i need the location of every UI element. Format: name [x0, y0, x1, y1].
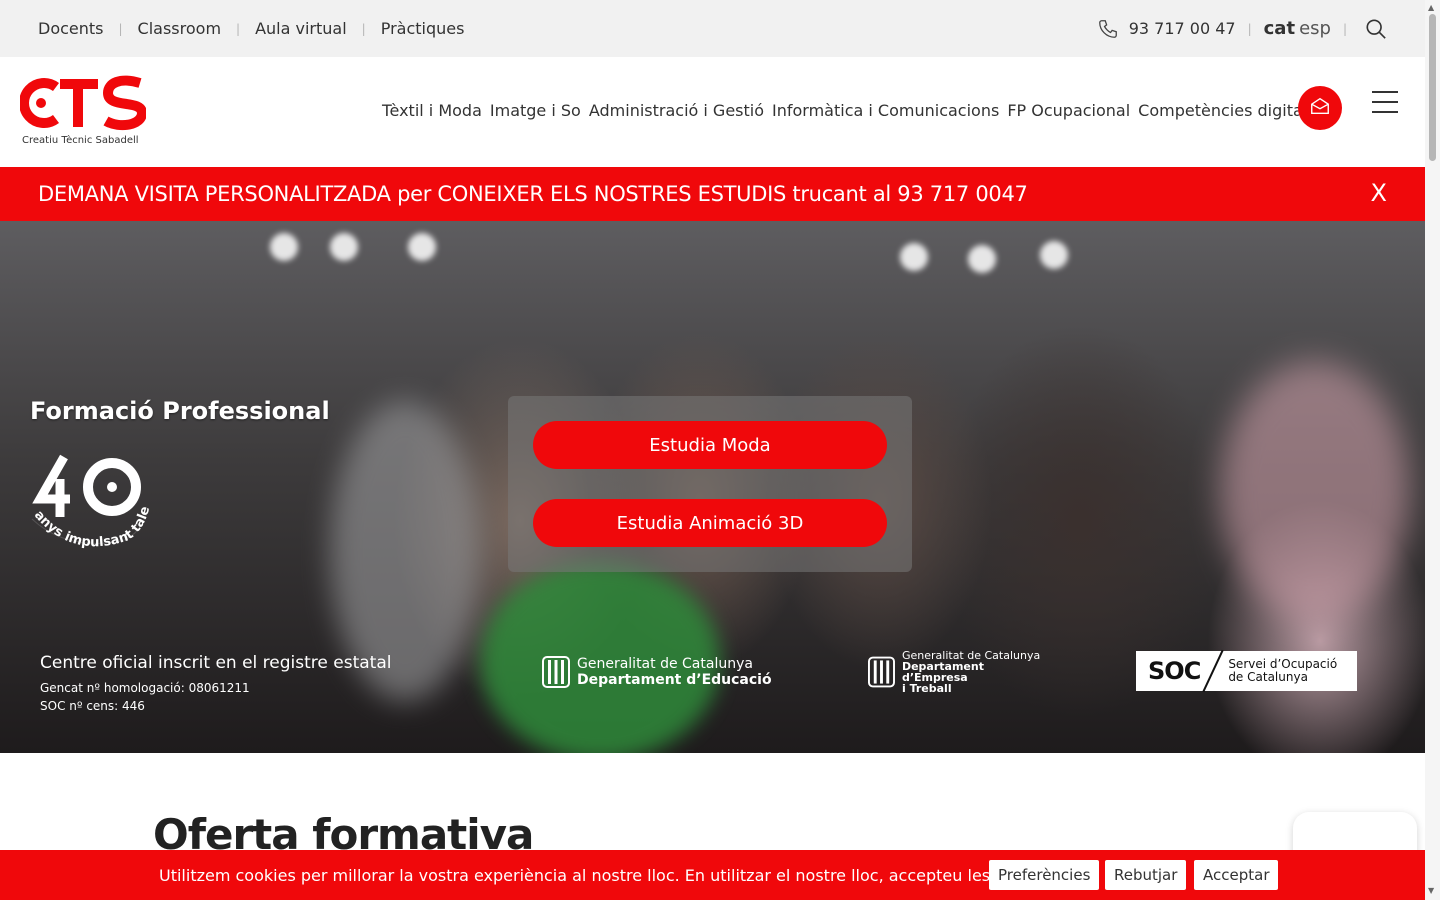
top-links: Docents | Classroom | Aula virtual | Prà…: [38, 19, 464, 38]
separator: |: [236, 21, 241, 36]
separator: |: [118, 21, 123, 36]
gen-emp-line2: Departament d’Empresa: [901, 660, 984, 684]
cookie-accept-button[interactable]: Acceptar: [1194, 860, 1279, 890]
phone-number[interactable]: 93 717 00 47: [1129, 19, 1236, 38]
generalitat-flag-icon: [868, 656, 895, 688]
separator: |: [1247, 21, 1252, 36]
nav-informatica[interactable]: Informàtica i Comunicacions: [772, 101, 999, 120]
top-bar: Docents | Classroom | Aula virtual | Prà…: [0, 0, 1425, 57]
nav-imatge-so[interactable]: Imatge i So: [490, 101, 581, 120]
soc-logo[interactable]: SOC Servei d’Ocupació de Catalunya: [1136, 649, 1357, 693]
cookie-text: Utilitzem cookies per millorar la vostra…: [159, 865, 1061, 885]
soc-line2: de Catalunya: [1228, 670, 1308, 684]
ceiling-light: [968, 245, 996, 273]
gen-edu-line2: Departament d’Educació: [577, 671, 772, 688]
ceiling-light: [408, 233, 436, 261]
scroll-up-icon[interactable]: ▲: [1428, 3, 1434, 12]
cta-panel: Estudia Moda Estudia Animació 3D: [508, 396, 912, 572]
top-link-aula-virtual[interactable]: Aula virtual: [255, 19, 347, 38]
official-title: Centre oficial inscrit en el registre es…: [40, 653, 392, 673]
mail-icon: [1309, 95, 1331, 121]
gencat-code: Gencat nº homologació: 08061211: [40, 681, 250, 695]
contact-button[interactable]: [1298, 86, 1342, 130]
svg-text:anys impulsant talent: anys impulsant talent: [26, 449, 153, 550]
ceiling-light: [330, 233, 358, 261]
nav-textil-moda[interactable]: Tèxtil i Moda: [382, 101, 482, 120]
scroll-down-icon[interactable]: ▼: [1428, 886, 1434, 895]
menu-line: [1372, 91, 1398, 93]
cookie-reject-button[interactable]: Rebutjar: [1105, 860, 1187, 890]
top-link-classroom[interactable]: Classroom: [138, 19, 221, 38]
generalitat-business-logo[interactable]: Generalitat de Catalunya Departament d’E…: [868, 650, 1048, 694]
lang-cat[interactable]: cat: [1264, 18, 1295, 39]
ceiling-light: [1040, 241, 1068, 269]
study-fashion-button[interactable]: Estudia Moda: [533, 421, 887, 469]
official-registration: Centre oficial inscrit en el registre es…: [40, 653, 391, 715]
anniversary-badge: anys impulsant talent: [26, 449, 154, 561]
menu-line: [1372, 111, 1398, 113]
soc-code: SOC nº cens: 446: [40, 699, 145, 713]
top-link-practiques[interactable]: Pràctiques: [381, 19, 465, 38]
main-header: Creatiu Tècnic Sabadell Tèxtil i Moda Im…: [0, 57, 1425, 167]
generalitat-flag-icon: [542, 656, 570, 688]
gen-emp-line3: i Treball: [901, 682, 952, 695]
nav-competencies[interactable]: Competències digitals: [1138, 101, 1315, 120]
promo-banner: DEMANA VISITA PERSONALITZADA per CONEIXE…: [0, 167, 1425, 221]
cookie-bar: Utilitzem cookies per millorar la vostra…: [0, 850, 1425, 900]
cookie-preferences-button[interactable]: Preferències: [989, 860, 1100, 890]
hero-section: Formació Professional anys impulsant tal…: [0, 221, 1425, 753]
phone-icon: [1097, 18, 1119, 40]
ceiling-light: [900, 243, 928, 271]
hero-photo-shape: [1220, 361, 1410, 621]
menu-icon[interactable]: [1372, 91, 1398, 113]
study-3d-animation-button[interactable]: Estudia Animació 3D: [533, 499, 887, 547]
lang-esp[interactable]: esp: [1299, 18, 1331, 39]
page-scrollbar[interactable]: ▲ ▼: [1425, 0, 1440, 900]
gen-edu-line1: Generalitat de Catalunya: [577, 655, 753, 672]
menu-line: [1372, 101, 1398, 103]
top-link-docents[interactable]: Docents: [38, 19, 104, 38]
banner-text[interactable]: DEMANA VISITA PERSONALITZADA per CONEIXE…: [38, 182, 1028, 206]
separator: |: [1342, 21, 1347, 36]
logo-tagline: Creatiu Tècnic Sabadell: [22, 135, 139, 146]
generalitat-education-logo[interactable]: Generalitat de Catalunya Departament d’E…: [542, 654, 772, 690]
ceiling-light: [270, 233, 298, 261]
main-nav: Tèxtil i Moda Imatge i So Administració …: [382, 101, 1316, 120]
badge-text: anys impulsant talent: [26, 449, 153, 550]
close-icon[interactable]: X: [1371, 179, 1387, 207]
separator: |: [361, 21, 366, 36]
scroll-thumb[interactable]: [1429, 14, 1436, 161]
hero-title: Formació Professional: [30, 397, 330, 425]
nav-fp-ocupacional[interactable]: FP Ocupacional: [1007, 101, 1130, 120]
search-icon[interactable]: [1365, 18, 1387, 40]
nav-administracio[interactable]: Administració i Gestió: [589, 101, 764, 120]
top-right: 93 717 00 47 | cat esp |: [1097, 0, 1387, 57]
soc-slash: [1202, 649, 1224, 693]
soc-acronym: SOC: [1148, 657, 1201, 685]
